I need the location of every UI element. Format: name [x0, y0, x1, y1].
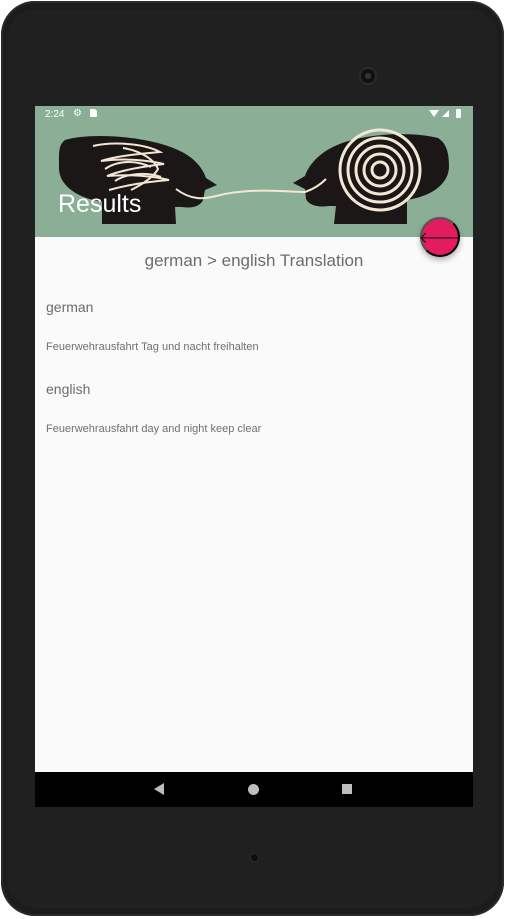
gear-icon: ⚙: [73, 108, 82, 119]
arrow-left-icon: 🡐: [418, 229, 462, 247]
front-camera: [361, 69, 375, 83]
recents-square-icon[interactable]: [342, 784, 352, 794]
translation-heading: german > english Translation: [144, 251, 364, 270]
page-title: Results: [58, 190, 142, 218]
source-language-label: german: [46, 299, 94, 315]
target-text: Feuerwehrausfahrt day and night keep cle…: [46, 423, 262, 435]
app-header: 2:24 ⚙ Results: [35, 106, 473, 237]
source-text: Feuerwehrausfahrt Tag und nacht freihalt…: [46, 341, 259, 353]
home-circle-icon[interactable]: [248, 784, 259, 795]
system-navigation-bar: [35, 772, 473, 807]
back-triangle-icon[interactable]: [154, 783, 164, 795]
target-language-label: english: [46, 381, 91, 397]
status-time: 2:24: [45, 109, 65, 120]
battery-icon: [456, 109, 461, 118]
microphone: [251, 854, 258, 861]
app-screen: 2:24 ⚙ Results 🡐 german > english Transl…: [35, 106, 473, 807]
sd-card-icon: [90, 109, 97, 117]
signal-icon: [442, 110, 449, 117]
status-bar: 2:24 ⚙: [35, 106, 473, 123]
wifi-icon: [429, 110, 439, 117]
